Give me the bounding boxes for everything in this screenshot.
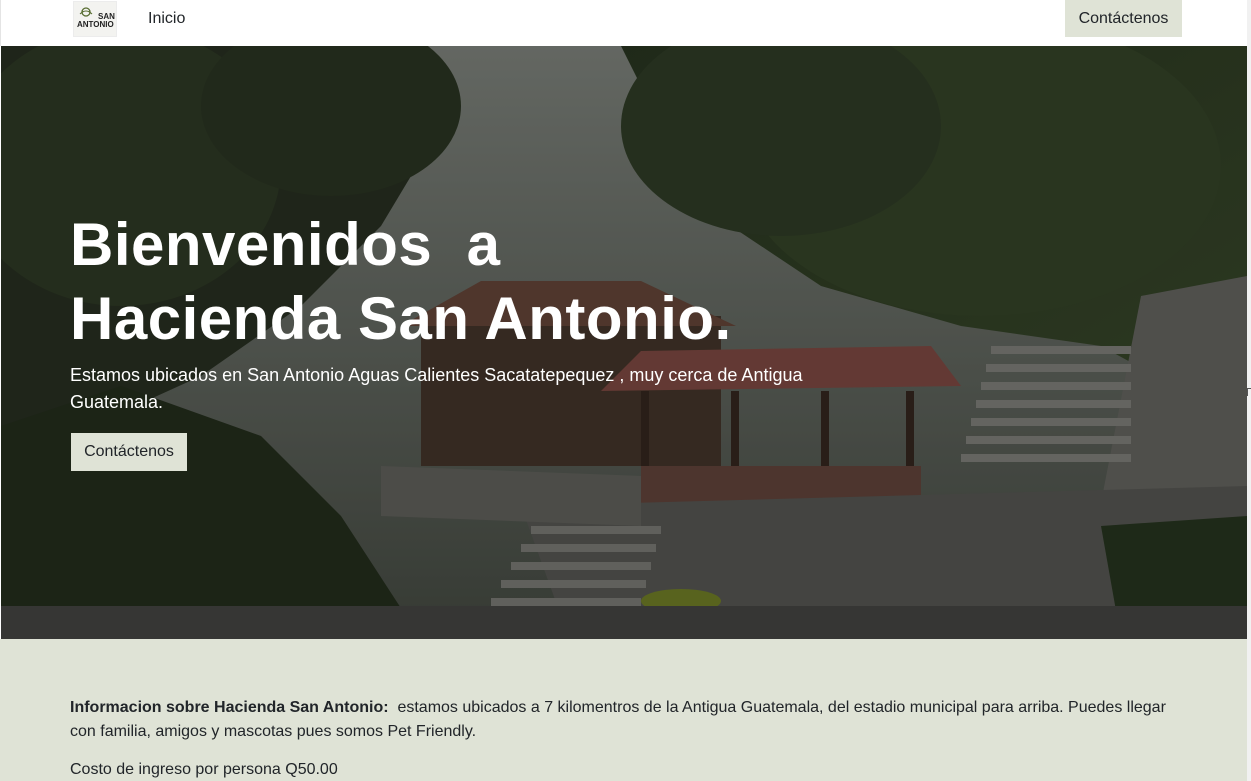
logo-mark: SAN ANTONIO [77, 7, 115, 29]
info-section: Informacion sobre Hacienda San Antonio: … [0, 639, 1247, 781]
hero-title-line-2: Hacienda San Antonio. [70, 285, 732, 352]
nav-contact-button[interactable]: Contáctenos [1065, 0, 1182, 37]
nav-link-inicio[interactable]: Inicio [148, 10, 185, 28]
entry-price: Costo de ingreso por persona Q50.00 [70, 761, 338, 778]
hero-title-line-1: Bienvenidos a [70, 211, 501, 278]
scrollbar-marker[interactable] [1247, 388, 1251, 396]
hero-title: Bienvenidos a Hacienda San Antonio. [70, 208, 732, 356]
info-heading: Informacion sobre Hacienda San Antonio: [70, 699, 389, 716]
hero-contact-button[interactable]: Contáctenos [71, 433, 187, 471]
hero-section: Bienvenidos a Hacienda San Antonio. Esta… [1, 46, 1247, 639]
navbar: SAN ANTONIO Inicio Contáctenos [0, 0, 1250, 46]
hero-subtitle: Estamos ubicados en San Antonio Aguas Ca… [70, 365, 803, 412]
info-paragraph: Informacion sobre Hacienda San Antonio: … [70, 696, 1180, 744]
svg-text:ANTONIO: ANTONIO [77, 20, 114, 29]
hacienda-logo[interactable]: SAN ANTONIO [73, 1, 117, 37]
